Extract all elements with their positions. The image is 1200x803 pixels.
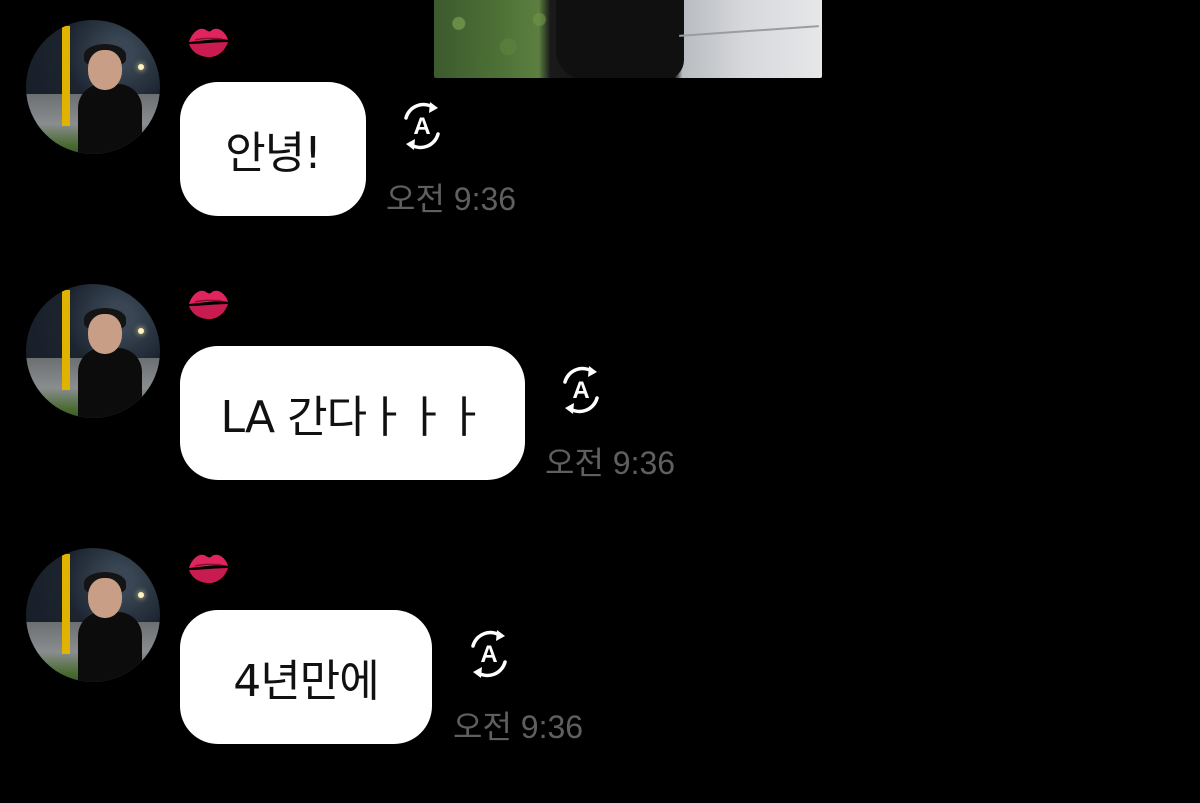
auto-translate-icon[interactable]: A [396, 96, 448, 156]
message-timestamp: 오전 9:36 [386, 181, 517, 217]
message-bubble[interactable]: 4년만에 [180, 610, 432, 744]
message-text: 안녕! [225, 128, 322, 179]
message-bubble[interactable]: LA 간다ㅏㅏㅏ [180, 346, 525, 480]
svg-text:A: A [413, 113, 430, 140]
message-timestamp: 오전 9:36 [453, 709, 584, 745]
auto-translate-icon[interactable]: A [463, 624, 515, 684]
shared-photo-message[interactable] [434, 0, 822, 78]
photo-path-line [679, 25, 819, 37]
photo-figure [556, 0, 684, 78]
avatar[interactable] [26, 284, 160, 418]
svg-text:A: A [480, 641, 497, 668]
message-text: 4년만에 [233, 656, 379, 707]
kiss-mark-emoji [189, 290, 228, 320]
svg-text:A: A [572, 377, 589, 404]
avatar[interactable] [26, 548, 160, 682]
kiss-mark-emoji [189, 554, 228, 584]
avatar[interactable] [26, 20, 160, 154]
photo-shrubs [434, 0, 558, 78]
message-bubble[interactable]: 안녕! [180, 82, 366, 216]
kiss-mark-emoji [189, 28, 228, 58]
message-text: LA 간다ㅏㅏㅏ [220, 392, 485, 443]
auto-translate-icon[interactable]: A [555, 360, 607, 420]
message-timestamp: 오전 9:36 [545, 445, 676, 481]
